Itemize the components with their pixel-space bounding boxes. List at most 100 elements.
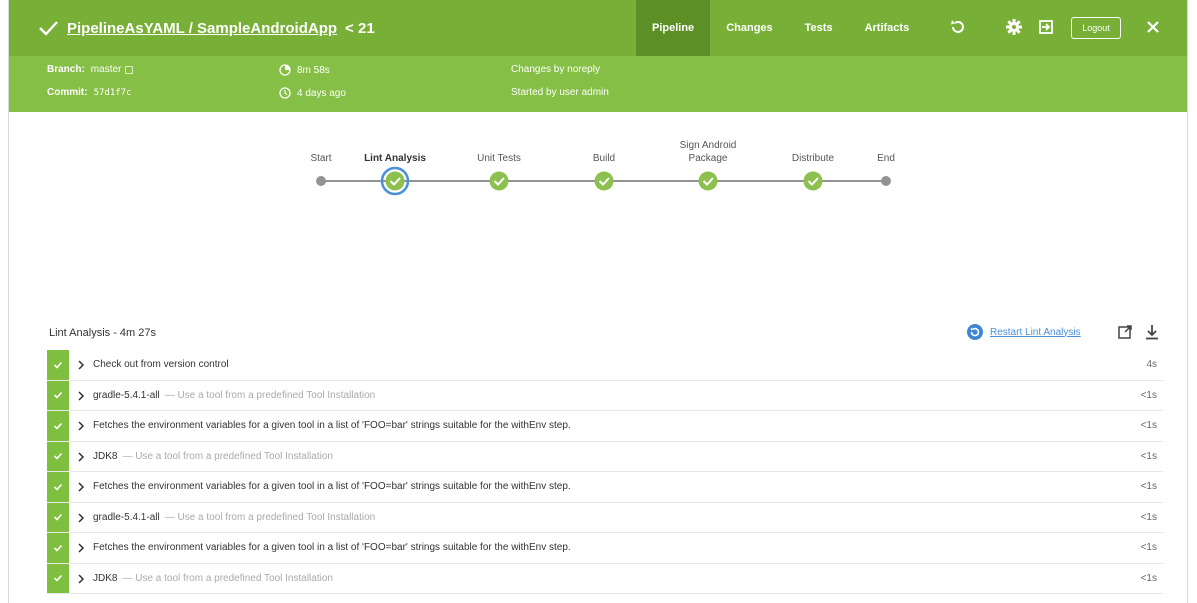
success-status-icon (47, 350, 69, 380)
nav-tabs: Pipeline Changes Tests Artifacts (636, 0, 925, 56)
ago-meta: 4 days ago (279, 87, 346, 99)
step-name: Fetches the environment variables for a … (93, 420, 571, 432)
step-name: JDK8 (93, 450, 118, 462)
changes-meta: Changes by noreply (511, 64, 600, 75)
step-text: JDK8 — Use a tool from a predefined Tool … (93, 564, 333, 594)
success-status-icon (47, 502, 69, 532)
step-duration: <1s (1140, 511, 1157, 523)
restart-icon (966, 323, 984, 341)
chevron-right-icon[interactable] (77, 482, 85, 492)
step-duration: <1s (1140, 542, 1157, 554)
step-duration: <1s (1140, 572, 1157, 584)
step-row[interactable]: Fetches the environment variables for a … (47, 472, 1163, 503)
step-name: Fetches the environment variables for a … (93, 481, 571, 493)
restart-stage-button[interactable]: Restart Lint Analysis (966, 323, 1081, 341)
header-bar: PipelineAsYAML / SampleAndroidApp < 21 P… (9, 0, 1187, 56)
step-name: gradle-5.4.1-all (93, 389, 160, 401)
branch-label: Branch: (47, 64, 85, 75)
step-name: Fetches the environment variables for a … (93, 542, 571, 554)
step-row[interactable]: gradle-5.4.1-all — Use a tool from a pred… (47, 380, 1163, 411)
run-meta-bar: Branch: master Commit: 57d1f7c 8m 58s 4 … (9, 56, 1187, 112)
started-value: Started by user admin (511, 87, 609, 98)
duration-value: 8m 58s (297, 64, 330, 76)
close-icon[interactable] (1142, 16, 1164, 38)
stage-node-build[interactable] (594, 171, 614, 191)
step-name: gradle-5.4.1-all (93, 511, 160, 523)
step-description: — Use a tool from a predefined Tool Inst… (122, 572, 333, 584)
open-external-icon[interactable] (1117, 324, 1133, 340)
step-text: Fetches the environment variables for a … (93, 411, 576, 441)
step-duration: <1s (1140, 389, 1157, 401)
commit-value[interactable]: 57d1f7c (94, 88, 132, 98)
download-icon[interactable] (1144, 324, 1160, 340)
step-name: Check out from version control (93, 359, 229, 371)
chevron-right-icon[interactable] (77, 421, 85, 431)
step-row[interactable]: JDK8 — Use a tool from a predefined Tool … (47, 563, 1163, 594)
steps-list: Check out from version control 4s gradle… (47, 350, 1163, 594)
tab-pipeline[interactable]: Pipeline (636, 0, 711, 56)
restart-stage-label[interactable]: Restart Lint Analysis (990, 327, 1081, 338)
pipeline-graph-svg (316, 166, 891, 196)
step-text: Fetches the environment variables for a … (93, 533, 576, 563)
run-title: PipelineAsYAML / SampleAndroidApp < 21 (37, 0, 375, 56)
app-frame: PipelineAsYAML / SampleAndroidApp < 21 P… (8, 0, 1188, 603)
branch-value[interactable]: master (91, 64, 122, 75)
chevron-right-icon[interactable] (77, 512, 85, 523)
chevron-right-icon[interactable] (77, 543, 85, 553)
gear-icon[interactable] (1003, 16, 1025, 38)
check-icon (37, 17, 59, 39)
run-number[interactable]: < 21 (345, 20, 375, 37)
duration-icon (279, 64, 291, 76)
step-name: JDK8 (93, 572, 118, 584)
step-row[interactable]: Fetches the environment variables for a … (47, 533, 1163, 564)
steps-title: Lint Analysis - 4m 27s (49, 327, 156, 339)
step-text: gradle-5.4.1-all — Use a tool from a pred… (93, 381, 375, 411)
success-status-icon (47, 441, 69, 471)
logout-button[interactable]: Logout (1071, 17, 1121, 39)
stage-node-start (316, 176, 326, 186)
started-meta: Started by user admin (511, 87, 609, 98)
external-link-icon[interactable] (125, 65, 134, 74)
exit-icon[interactable] (1035, 16, 1057, 38)
step-text: Check out from version control (93, 350, 234, 380)
chevron-right-icon[interactable] (77, 360, 85, 370)
step-duration: 4s (1146, 359, 1157, 371)
rerun-icon[interactable] (947, 16, 969, 38)
step-row[interactable]: JDK8 — Use a tool from a predefined Tool … (47, 441, 1163, 472)
pipeline-title-link[interactable]: PipelineAsYAML / SampleAndroidApp (67, 20, 337, 37)
commit-label: Commit: (47, 87, 88, 98)
success-status-icon (47, 472, 69, 502)
tab-tests[interactable]: Tests (789, 0, 849, 56)
step-text: Fetches the environment variables for a … (93, 472, 576, 502)
pipeline-graph: Start Lint Analysis Unit Tests Build Sig… (9, 112, 1187, 312)
stage-node-lint-analysis[interactable] (380, 166, 410, 196)
changes-value: Changes by noreply (511, 64, 600, 75)
success-status-icon (47, 533, 69, 563)
step-description: — Use a tool from a predefined Tool Inst… (164, 511, 376, 523)
step-duration: <1s (1140, 420, 1157, 432)
chevron-right-icon[interactable] (77, 573, 85, 584)
branch-meta: Branch: master (47, 64, 134, 75)
clock-icon (279, 87, 291, 99)
step-row[interactable]: gradle-5.4.1-all — Use a tool from a pred… (47, 502, 1163, 533)
chevron-right-icon[interactable] (77, 390, 85, 401)
stage-node-end (881, 176, 891, 186)
duration-meta: 8m 58s (279, 64, 330, 76)
step-row[interactable]: Fetches the environment variables for a … (47, 411, 1163, 442)
tab-changes[interactable]: Changes (710, 0, 788, 56)
stage-node-sign-android-package[interactable] (698, 171, 718, 191)
step-duration: <1s (1140, 450, 1157, 462)
step-row[interactable]: Check out from version control 4s (47, 350, 1163, 381)
step-duration: <1s (1140, 481, 1157, 493)
step-description: — Use a tool from a predefined Tool Inst… (122, 450, 333, 462)
commit-meta: Commit: 57d1f7c (47, 87, 132, 98)
tab-artifacts[interactable]: Artifacts (849, 0, 926, 56)
step-description: — Use a tool from a predefined Tool Inst… (164, 389, 376, 401)
step-text: JDK8 — Use a tool from a predefined Tool … (93, 442, 333, 472)
chevron-right-icon[interactable] (77, 451, 85, 462)
step-text: gradle-5.4.1-all — Use a tool from a pred… (93, 503, 375, 533)
ago-value: 4 days ago (297, 87, 346, 99)
stage-node-distribute[interactable] (803, 171, 823, 191)
stage-node-unit-tests[interactable] (489, 171, 509, 191)
success-status-icon (47, 563, 69, 593)
